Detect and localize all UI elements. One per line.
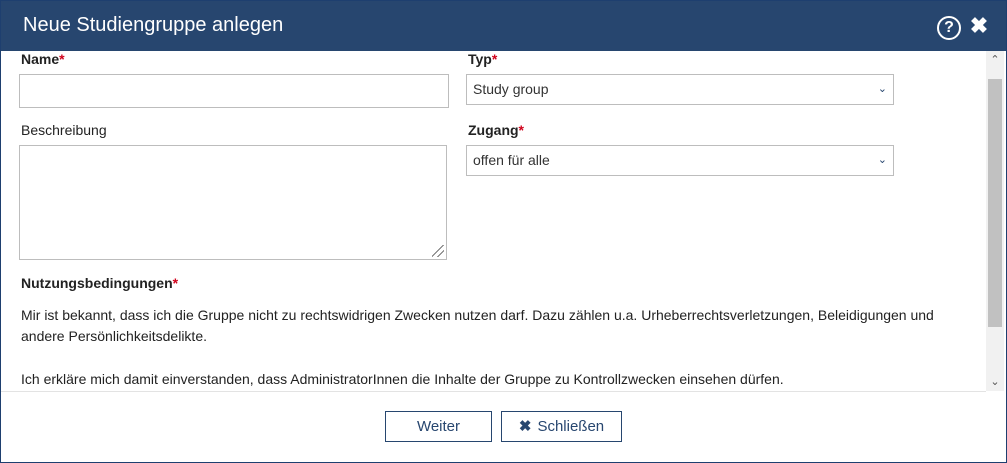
chevron-down-icon: ⌄ bbox=[877, 83, 887, 95]
required-marker: * bbox=[518, 122, 524, 138]
zugang-select[interactable]: offen für alle ⌄ bbox=[466, 145, 894, 176]
dialog-titlebar: Neue Studiengruppe anlegen ? ✖ bbox=[1, 1, 1006, 51]
scroll-thumb[interactable] bbox=[988, 79, 1002, 327]
scroll-down-icon[interactable]: ⌄ bbox=[986, 373, 1004, 391]
beschreibung-textarea[interactable] bbox=[19, 145, 447, 260]
typ-select[interactable]: Study group ⌄ bbox=[466, 74, 894, 105]
terms-paragraph-1: Mir ist bekannt, dass ich die Gruppe nic… bbox=[21, 307, 934, 344]
scroll-up-icon[interactable]: ⌃ bbox=[986, 51, 1004, 69]
typ-selected-value: Study group bbox=[473, 81, 549, 97]
chevron-down-icon: ⌄ bbox=[877, 154, 887, 166]
beschreibung-label: Beschreibung bbox=[21, 122, 107, 138]
nutzungsbedingungen-label: Nutzungsbedingungen* bbox=[21, 275, 179, 291]
dialog-title: Neue Studiengruppe anlegen bbox=[23, 14, 284, 36]
resize-handle-icon[interactable] bbox=[432, 245, 444, 257]
next-button[interactable]: Weiter bbox=[385, 411, 492, 442]
close-icon: ✖ bbox=[518, 418, 532, 435]
zugang-label: Zugang* bbox=[468, 122, 524, 138]
content-scrollbar[interactable]: ⌃ ⌄ bbox=[986, 51, 1004, 391]
required-marker: * bbox=[491, 51, 498, 67]
zugang-selected-value: offen für alle bbox=[473, 152, 550, 168]
create-study-group-dialog: Neue Studiengruppe anlegen ? ✖ Name* Typ… bbox=[0, 0, 1007, 463]
close-button[interactable]: ✖ Schließen bbox=[501, 411, 622, 442]
name-label: Name* bbox=[21, 51, 65, 67]
terms-paragraph-2: Ich erkläre mich damit einverstanden, da… bbox=[21, 371, 784, 387]
name-input[interactable] bbox=[19, 74, 449, 108]
required-marker: * bbox=[59, 51, 65, 67]
divider bbox=[1, 391, 986, 392]
required-marker: * bbox=[172, 275, 179, 291]
typ-label: Typ* bbox=[468, 51, 498, 67]
dialog-content: Name* Typ* Study group ⌄ Beschreibung Zu… bbox=[1, 51, 986, 391]
help-icon[interactable]: ? bbox=[937, 16, 961, 40]
close-icon[interactable]: ✖ bbox=[969, 14, 989, 38]
